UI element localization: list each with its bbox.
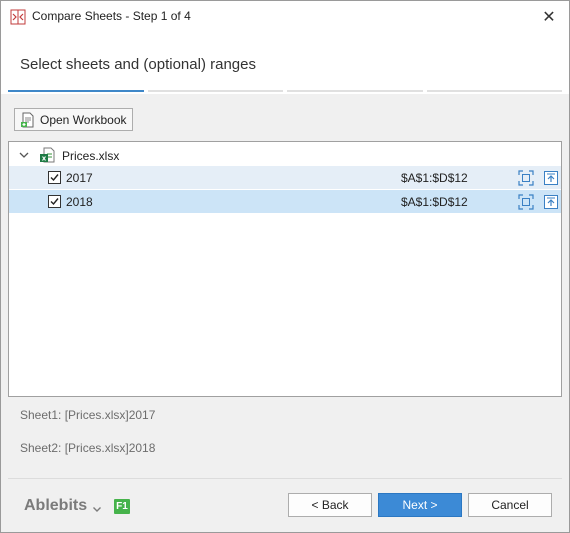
sheet-checkbox[interactable] [48,171,61,184]
sheet-row[interactable]: 2017 $A$1:$D$12 [9,166,561,189]
step-title: Select sheets and (optional) ranges [20,56,256,73]
open-workbook-label: Open Workbook [40,112,127,127]
footer-divider [8,478,562,479]
close-button[interactable]: ✕ [529,1,569,32]
step-indicator-3 [287,90,423,92]
sheet1-selection: Sheet1: [Prices.xlsx]2017 [20,408,156,422]
chevron-down-icon[interactable] [18,149,30,161]
sheet2-selection: Sheet2: [Prices.xlsx]2018 [20,441,156,455]
sheet-checkbox[interactable] [48,195,61,208]
step-indicator-2 [147,90,283,92]
next-button[interactable]: Next > [378,493,462,517]
ablebits-menu[interactable]: Ablebits [24,497,102,515]
chevron-down-icon [92,501,102,512]
open-workbook-button[interactable]: Open Workbook [14,108,133,131]
sheet-range[interactable]: $A$1:$D$12 [401,171,468,185]
sheets-tree[interactable]: x Prices.xlsx 2017 $A$1:$D$12 2018 $A$1:… [8,141,562,397]
window-title: Compare Sheets - Step 1 of 4 [32,9,191,23]
sheet-row[interactable]: 2018 $A$1:$D$12 [9,190,561,213]
brand-logo: Ablebits [24,497,88,514]
step-indicator-1 [8,90,144,92]
select-range-icon[interactable] [518,170,534,186]
workbook-name: Prices.xlsx [62,149,120,163]
compare-sheets-icon [10,9,26,25]
cancel-button[interactable]: Cancel [468,493,552,517]
wizard-header: Select sheets and (optional) ranges [1,32,569,94]
sheet-name: 2017 [66,171,93,185]
title-bar: Compare Sheets - Step 1 of 4 ✕ [1,1,569,32]
open-workbook-icon [20,112,36,128]
step-progress [8,90,562,92]
tree-item-workbook[interactable]: x Prices.xlsx [9,144,561,166]
upload-range-icon[interactable] [543,194,559,210]
step-indicator-4 [426,90,562,92]
upload-range-icon[interactable] [543,170,559,186]
sheet-range[interactable]: $A$1:$D$12 [401,195,468,209]
help-f1-icon[interactable]: F1 [114,499,130,514]
excel-file-icon: x [39,147,55,163]
sheet-name: 2018 [66,195,93,209]
close-icon: ✕ [542,8,556,26]
select-range-icon[interactable] [518,194,534,210]
back-button[interactable]: < Back [288,493,372,517]
svg-text:x: x [42,155,47,163]
compare-sheets-dialog: Compare Sheets - Step 1 of 4 ✕ Select sh… [0,0,570,533]
